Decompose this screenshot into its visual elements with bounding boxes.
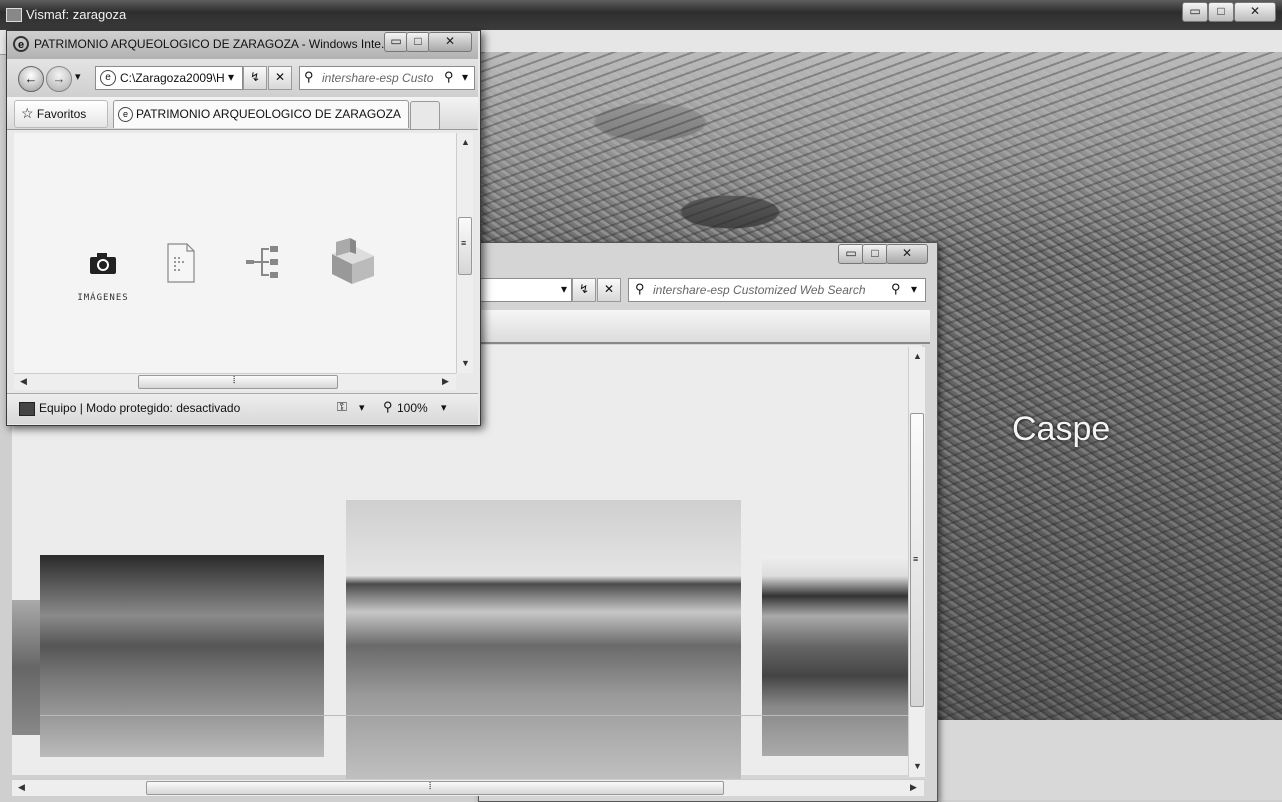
search-dropdown-icon[interactable]: ▾ (911, 282, 917, 296)
zoom-level[interactable]: 100% (397, 401, 428, 415)
zoom-dropdown-icon[interactable]: ▾ (441, 401, 447, 414)
scroll-down-arrow-icon[interactable]: ▼ (913, 761, 922, 771)
outer-minimize-button[interactable]: ▭ (1182, 2, 1208, 22)
address-dropdown-icon[interactable]: ▾ (561, 282, 567, 296)
front-window-statusbar: Equipo | Modo protegido: desactivado ⚿ ▾… (7, 393, 478, 424)
forward-button[interactable]: → (46, 66, 72, 92)
front-window-search-field[interactable]: ⚲ intershare-esp Custo ⚲ ▾ (299, 66, 475, 90)
front-window-minimize-button[interactable]: ▭ (384, 32, 408, 52)
camera-icon (90, 253, 116, 274)
photo-site-lakeside[interactable] (40, 555, 324, 757)
front-window-horizontal-scrollbar[interactable]: ◀ ⦙ ▶ (14, 373, 456, 390)
back-window-minimize-button[interactable]: ▭ (838, 244, 864, 264)
front-window-refresh-button[interactable]: ↯ (243, 66, 267, 90)
nav-item-label: IMÁGENES (77, 293, 129, 303)
back-window-search-placeholder: intershare-esp Customized Web Search (653, 283, 866, 297)
back-button[interactable]: ← (18, 66, 44, 92)
back-window-refresh-button[interactable]: ↯ (572, 278, 596, 302)
scroll-right-arrow-icon[interactable]: ▶ (442, 376, 449, 387)
nav-item-box[interactable] (326, 238, 378, 293)
photo-site-main[interactable] (346, 500, 741, 780)
ie-logo-icon: e (13, 36, 29, 52)
map-bottom-strip (935, 720, 1282, 800)
front-window-title: PATRIMONIO ARQUEOLOGICO DE ZARAGOZA - Wi… (34, 37, 384, 51)
page-icon: e (100, 70, 116, 86)
favorites-button[interactable]: ☆ Favoritos (14, 100, 108, 128)
document-icon (167, 243, 195, 283)
front-window-stop-button[interactable]: ✕ (268, 66, 292, 90)
photo-site-river[interactable] (762, 556, 908, 756)
outer-close-button[interactable]: ✕ (1234, 2, 1276, 22)
front-window-close-button[interactable]: ✕ (428, 32, 472, 52)
history-dropdown-icon[interactable]: ▾ (75, 70, 81, 83)
back-window-vertical-scrollbar[interactable]: ▲ ≡ ▼ (908, 347, 925, 777)
map-place-label: Caspe (1012, 410, 1111, 448)
scroll-up-arrow-icon[interactable]: ▲ (913, 351, 922, 361)
back-window-search-field[interactable]: ⚲ intershare-esp Customized Web Search ⚲… (628, 278, 926, 302)
scroll-right-arrow-icon[interactable]: ▶ (910, 782, 917, 793)
back-window-close-button[interactable]: ✕ (886, 244, 928, 264)
security-icon[interactable]: ⚿ (337, 399, 347, 415)
back-window-stop-button[interactable]: ✕ (597, 278, 621, 302)
front-window-vertical-scrollbar[interactable]: ▲ ≡ ▼ (456, 133, 473, 373)
new-tab-button[interactable] (410, 101, 440, 129)
scroll-left-arrow-icon[interactable]: ◀ (20, 376, 27, 387)
front-window-address-field[interactable]: e C:\Zaragoza2009\H ▾ (95, 66, 243, 90)
outer-window-title: Vismaf: zaragoza (26, 7, 127, 22)
search-magnifier-icon: ⚲ (635, 281, 645, 296)
search-dropdown-icon[interactable]: ▾ (462, 70, 468, 84)
search-go-icon[interactable]: ⚲ (891, 281, 901, 297)
scroll-down-arrow-icon[interactable]: ▼ (461, 358, 470, 368)
back-window-tabbar (478, 310, 930, 344)
search-go-icon[interactable]: ⚲ (444, 69, 454, 85)
status-text: Equipo | Modo protegido: desactivado (39, 401, 241, 415)
app-icon (6, 8, 22, 22)
back-window-horizontal-scrollbar[interactable]: ◀ ⦙ ▶ (12, 779, 924, 796)
tab-label: PATRIMONIO ARQUEOLOGICO DE ZARAGOZA (136, 107, 401, 121)
page-icon: e (118, 107, 133, 122)
photo-partial-left[interactable] (12, 600, 42, 735)
front-window-hscroll-thumb[interactable]: ⦙ (138, 375, 338, 389)
nav-item-imagenes[interactable]: IMÁGENES (76, 250, 130, 303)
scroll-left-arrow-icon[interactable]: ◀ (18, 782, 25, 793)
grip-icon: ⦙ (429, 781, 432, 792)
sitemap-icon (246, 246, 278, 278)
back-window-hscroll-thumb[interactable]: ⦙ (146, 781, 724, 795)
zoom-icon: ⚲ (383, 399, 393, 414)
scroll-up-arrow-icon[interactable]: ▲ (461, 137, 470, 147)
computer-icon (19, 402, 35, 416)
star-icon: ☆ (21, 105, 34, 121)
search-magnifier-icon: ⚲ (304, 69, 314, 84)
grip-icon: ≡ (461, 238, 467, 248)
nav-item-documents[interactable] (164, 242, 198, 289)
box-icon (332, 238, 374, 284)
address-dropdown-icon[interactable]: ▾ (228, 70, 234, 84)
front-window-maximize-button[interactable]: □ (406, 32, 430, 52)
favorites-label: Favoritos (36, 107, 87, 121)
outer-titlebar (0, 0, 1282, 30)
outer-maximize-button[interactable]: □ (1208, 2, 1234, 22)
grip-icon: ⦙ (233, 375, 236, 386)
front-window-search-placeholder: intershare-esp Custo (322, 71, 434, 85)
back-window-address-field[interactable]: ▾ (478, 278, 572, 302)
tab-patrimonio[interactable]: e PATRIMONIO ARQUEOLOGICO DE ZARAGOZA (113, 100, 409, 128)
front-window-vscroll-thumb[interactable]: ≡ (458, 217, 472, 275)
address-text[interactable]: C:\Zaragoza2009\H (120, 71, 225, 85)
gallery-divider-line (40, 715, 910, 716)
security-dropdown-icon[interactable]: ▾ (359, 401, 365, 414)
nav-item-sitemap[interactable] (244, 244, 280, 285)
back-window-vscroll-thumb[interactable]: ≡ (910, 413, 924, 707)
grip-icon: ≡ (913, 554, 919, 564)
back-window-maximize-button[interactable]: □ (862, 244, 888, 264)
